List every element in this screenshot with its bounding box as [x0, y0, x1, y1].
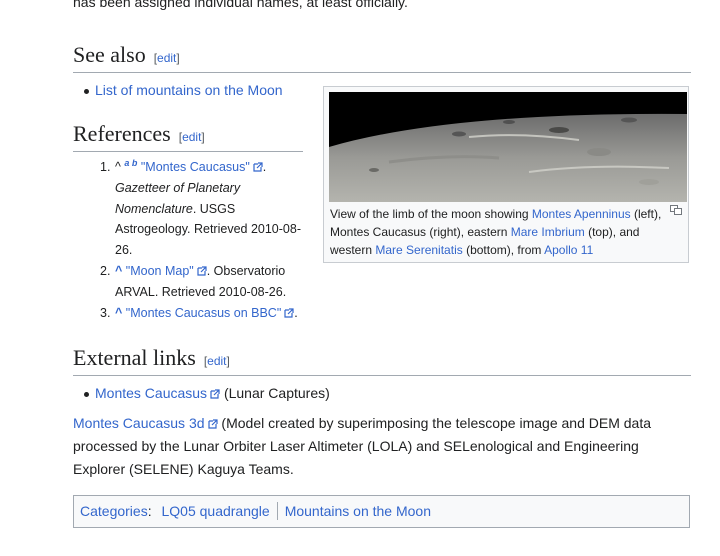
- external-link-icon: [197, 266, 207, 276]
- model-paragraph: Montes Caucasus 3d (Model created by sup…: [73, 412, 683, 481]
- magnify-icon[interactable]: [670, 205, 682, 215]
- reference-title-link[interactable]: "Montes Caucasus on BBC": [126, 306, 281, 320]
- reference-item: 3. ^ "Montes Caucasus on BBC".: [100, 303, 308, 324]
- edit-link-references[interactable]: edit: [182, 130, 201, 144]
- external-link-icon: [207, 419, 218, 429]
- reference-title-link[interactable]: "Moon Map": [126, 264, 194, 278]
- reference-number: 3.: [100, 305, 111, 320]
- references-title: References: [73, 121, 171, 146]
- list-item: Montes Caucasus (Lunar Captures): [73, 382, 330, 404]
- mare-imbrium-link[interactable]: Mare Imbrium: [511, 225, 585, 239]
- reference-item: 2. ^ "Moon Map". Observatorio ARVAL. Ret…: [100, 261, 308, 303]
- reference-title-link[interactable]: "Montes Caucasus": [141, 160, 250, 174]
- external-links-heading: External links [edit]: [73, 345, 230, 371]
- previous-paragraph-fragment: has been assigned individual names, at l…: [73, 0, 408, 10]
- external-links-title: External links: [73, 345, 196, 370]
- montes-apenninus-link[interactable]: Montes Apenninus: [532, 207, 631, 221]
- categories-colon: :: [147, 503, 152, 519]
- edit-link-see-also[interactable]: edit: [157, 51, 176, 65]
- references-heading: References [edit]: [73, 121, 205, 147]
- reference-caret-link[interactable]: ^: [115, 264, 122, 278]
- reference-rest: .: [294, 305, 298, 320]
- edit-section-see-also: [edit]: [153, 51, 180, 65]
- reference-caret: ^: [115, 160, 121, 174]
- external-link-desc: (Lunar Captures): [220, 385, 330, 401]
- thumbnail-caption: View of the limb of the moon showing Mon…: [330, 205, 670, 259]
- caption-text: View of the limb of the moon showing: [330, 207, 532, 221]
- see-also-list: List of mountains on the Moon: [73, 79, 283, 101]
- mare-serenitatis-link[interactable]: Mare Serenitatis: [375, 243, 462, 257]
- reference-caret-link[interactable]: ^: [115, 306, 122, 320]
- category-mountains-link[interactable]: Mountains on the Moon: [285, 503, 431, 519]
- montes-caucasus-3d-link[interactable]: Montes Caucasus 3d: [73, 415, 205, 431]
- apollo-11-link[interactable]: Apollo 11: [544, 243, 593, 257]
- external-link-icon: [253, 162, 263, 172]
- references-list: 1. ^ a b "Montes Caucasus". Gazetteer of…: [100, 157, 308, 323]
- edit-section-external-links: [edit]: [203, 354, 230, 368]
- moon-limb-image[interactable]: [329, 92, 687, 202]
- caption-text: (bottom), from: [462, 243, 545, 257]
- external-link-icon: [210, 389, 220, 399]
- edit-section-references: [edit]: [178, 130, 205, 144]
- external-link-icon: [284, 307, 294, 318]
- external-links-rule: [73, 375, 691, 376]
- category-links-box: Categories: LQ05 quadrangle Mountains on …: [73, 495, 690, 528]
- see-also-rule: [73, 72, 691, 73]
- categories-link[interactable]: Categories: [80, 503, 148, 519]
- edit-link-external-links[interactable]: edit: [207, 354, 226, 368]
- reference-number: 1.: [100, 160, 111, 174]
- reference-item: 1. ^ a b "Montes Caucasus". Gazetteer of…: [100, 157, 301, 258]
- list-of-mountains-link[interactable]: List of mountains on the Moon: [95, 82, 283, 98]
- see-also-title: See also: [73, 42, 146, 67]
- references-rule: [73, 151, 303, 152]
- montes-caucasus-external-link[interactable]: Montes Caucasus: [95, 385, 207, 401]
- reference-number: 2.: [100, 263, 111, 278]
- moon-limb-photo: [329, 92, 687, 202]
- reference-backlinks[interactable]: a b: [124, 158, 137, 168]
- external-links-list: Montes Caucasus (Lunar Captures): [73, 382, 330, 404]
- list-item: List of mountains on the Moon: [73, 79, 283, 101]
- thumbnail-figure: View of the limb of the moon showing Mon…: [323, 86, 689, 263]
- category-lq05-link[interactable]: LQ05 quadrangle: [161, 503, 269, 519]
- category-separator: [276, 502, 278, 520]
- see-also-heading: See also [edit]: [73, 42, 180, 68]
